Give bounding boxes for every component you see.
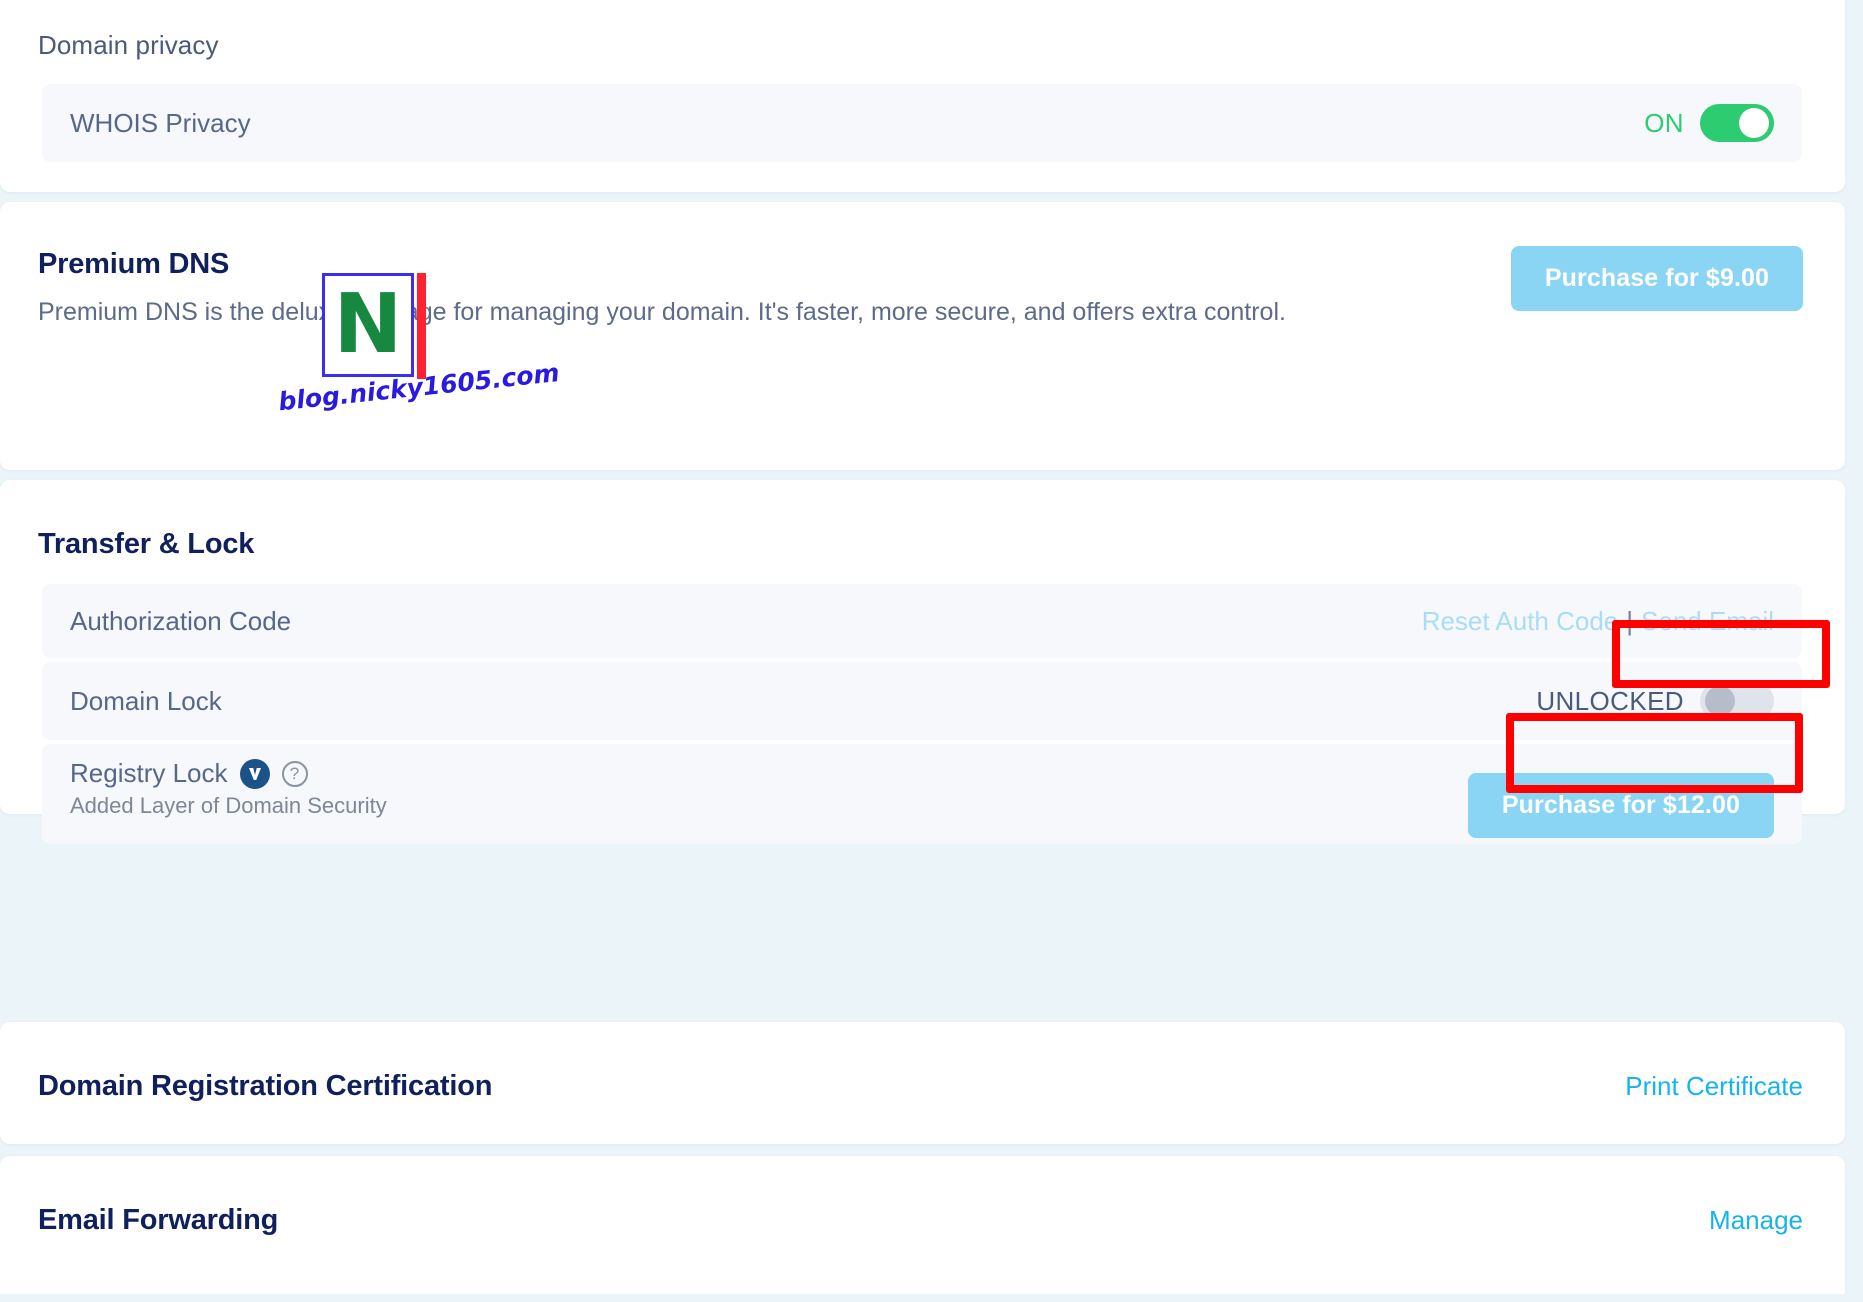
transfer-lock-title: Transfer & Lock: [38, 528, 255, 560]
domain-privacy-card: Domain privacy WHOIS Privacy ON: [0, 0, 1845, 192]
whois-privacy-label: WHOIS Privacy: [70, 107, 251, 138]
help-circle-icon[interactable]: ?: [281, 760, 308, 787]
registry-lock-text-block: Registry Lock ? Added Layer of Domain Se…: [70, 758, 387, 819]
email-forwarding-title: Email Forwarding: [38, 1204, 279, 1236]
manage-email-forwarding-link[interactable]: Manage: [1709, 1205, 1803, 1236]
page-bottom-strip: [0, 1294, 1863, 1302]
authorization-code-row: Authorization Code Reset Auth Code | Sen…: [42, 584, 1802, 658]
whois-privacy-row: WHOIS Privacy ON: [42, 84, 1802, 162]
domain-settings-page: Domain privacy WHOIS Privacy ON Premium …: [0, 0, 1863, 1302]
domain-registration-certification-card: Domain Registration Certification Print …: [0, 1022, 1845, 1144]
premium-dns-card: Premium DNS Premium DNS is the deluxe pa…: [0, 202, 1845, 470]
domain-lock-state-text: UNLOCKED: [1536, 685, 1684, 716]
print-certificate-link[interactable]: Print Certificate: [1625, 1071, 1803, 1102]
whois-privacy-toggle-group[interactable]: ON: [1644, 104, 1774, 142]
domain-privacy-section-label: Domain privacy: [38, 30, 219, 60]
registry-lock-label: Registry Lock: [70, 758, 228, 788]
premium-dns-title: Premium DNS: [38, 248, 230, 280]
registry-lock-row: Registry Lock ? Added Layer of Domain Se…: [42, 744, 1802, 844]
link-separator: |: [1626, 605, 1634, 636]
registry-lock-subtitle: Added Layer of Domain Security: [70, 793, 387, 818]
purchase-registry-lock-button[interactable]: Purchase for $12.00: [1467, 772, 1774, 838]
certification-row: Domain Registration Certification Print …: [38, 1070, 1803, 1103]
domain-lock-toggle-group[interactable]: UNLOCKED: [1536, 682, 1774, 720]
purchase-premium-dns-button[interactable]: Purchase for $9.00: [1510, 246, 1803, 311]
registry-lock-title-line: Registry Lock ?: [70, 758, 387, 789]
verisign-icon: [239, 758, 270, 789]
transfer-lock-card: Transfer & Lock Authorization Code Reset…: [0, 480, 1845, 844]
certification-title: Domain Registration Certification: [38, 1070, 493, 1102]
whois-privacy-toggle[interactable]: [1700, 104, 1774, 142]
toggle-knob: [1705, 686, 1735, 716]
email-forwarding-card: Email Forwarding Manage: [0, 1156, 1845, 1302]
whois-privacy-state-text: ON: [1644, 107, 1684, 138]
domain-lock-row: Domain Lock UNLOCKED: [42, 662, 1802, 740]
reset-auth-code-link[interactable]: Reset Auth Code: [1422, 606, 1619, 637]
email-forwarding-row: Email Forwarding Manage: [38, 1204, 1803, 1237]
send-email-link[interactable]: Send Email: [1641, 606, 1774, 637]
domain-lock-toggle[interactable]: [1700, 682, 1774, 720]
premium-dns-description: Premium DNS is the deluxe package for ma…: [38, 298, 1286, 326]
domain-lock-label: Domain Lock: [70, 685, 222, 716]
toggle-knob: [1739, 108, 1769, 138]
authorization-code-label: Authorization Code: [70, 605, 292, 636]
